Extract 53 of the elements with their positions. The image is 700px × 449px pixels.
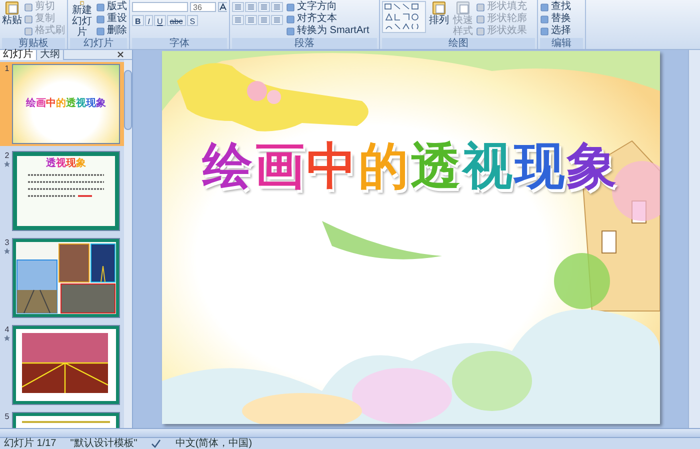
language: 中文(简体，中国) [175, 438, 252, 449]
scrollbar[interactable] [124, 60, 132, 428]
format-button[interactable]: abc [166, 15, 186, 26]
ribbon-button[interactable]: 粘贴 [2, 1, 22, 38]
shapes-gallery[interactable] [382, 1, 426, 33]
ribbon-button[interactable]: 选择 [540, 25, 571, 37]
scrollbar[interactable] [688, 50, 700, 428]
document-icon [431, 1, 447, 15]
theme-name: "默认设计模板" [70, 438, 138, 449]
format-button[interactable]: I [144, 15, 154, 26]
spell-check-icon[interactable] [151, 439, 162, 448]
alignment-buttons-icon[interactable] [232, 15, 284, 25]
document-icon [4, 1, 20, 15]
group-label: 绘图 [382, 38, 535, 49]
slide-thumbnail[interactable]: 绘画中的透视现象 [12, 64, 120, 144]
slide-number: 3 [4, 238, 10, 247]
ribbon-button[interactable]: 排列 [428, 1, 450, 38]
slide-number: 4 [4, 325, 10, 334]
slide-thumbnail[interactable]: 透视现象 [12, 151, 120, 231]
group-label: 剪贴板 [2, 38, 65, 49]
ribbon-button[interactable]: 文字方向 [286, 1, 370, 13]
ribbon-button[interactable]: 替换 [540, 13, 571, 25]
grow-font-icon[interactable] [218, 2, 227, 12]
ribbon-button[interactable]: 新建幻灯片 [70, 1, 94, 38]
group-label: 编辑 [540, 38, 583, 49]
slide[interactable]: 绘画中的透视现象 [162, 50, 660, 424]
slide-number: 2 [4, 151, 10, 160]
group-label: 段落 [232, 38, 377, 49]
ribbon-button[interactable]: 重设 [96, 13, 127, 25]
slide-number: 1 [4, 64, 10, 73]
panel-tab[interactable]: 幻灯片 [0, 50, 37, 60]
ribbon-button[interactable]: 删除 [96, 25, 127, 37]
font-size-field[interactable]: 36 [190, 2, 216, 12]
list-buttons-icon[interactable] [232, 2, 284, 12]
scrollbar-thumb[interactable] [124, 70, 132, 130]
group-label: 幻灯片 [70, 38, 127, 49]
document-icon [455, 1, 471, 15]
ribbon-button[interactable]: 版式 [96, 1, 127, 13]
thumbnail-title: 绘画中的透视现象 [26, 98, 106, 110]
font-name-field[interactable] [132, 2, 188, 12]
format-button[interactable]: U [154, 15, 166, 26]
slide-position: 幻灯片 1/17 [4, 438, 56, 449]
format-button[interactable]: S [186, 15, 198, 26]
slide-title[interactable]: 绘画中的透视现象 [162, 136, 660, 196]
ribbon-button[interactable]: 转换为 SmartArt [286, 25, 370, 37]
ribbon-button[interactable]: 对齐文本 [286, 13, 370, 25]
ribbon-button[interactable]: 查找 [540, 1, 571, 13]
thumbnail-title: 透视现象 [46, 158, 86, 169]
slide-number: 5 [4, 412, 10, 421]
group-label: 字体 [132, 38, 227, 49]
panel-tab[interactable]: 大纲 [37, 50, 64, 60]
format-button[interactable]: B [132, 15, 144, 26]
close-icon[interactable] [117, 51, 124, 58]
